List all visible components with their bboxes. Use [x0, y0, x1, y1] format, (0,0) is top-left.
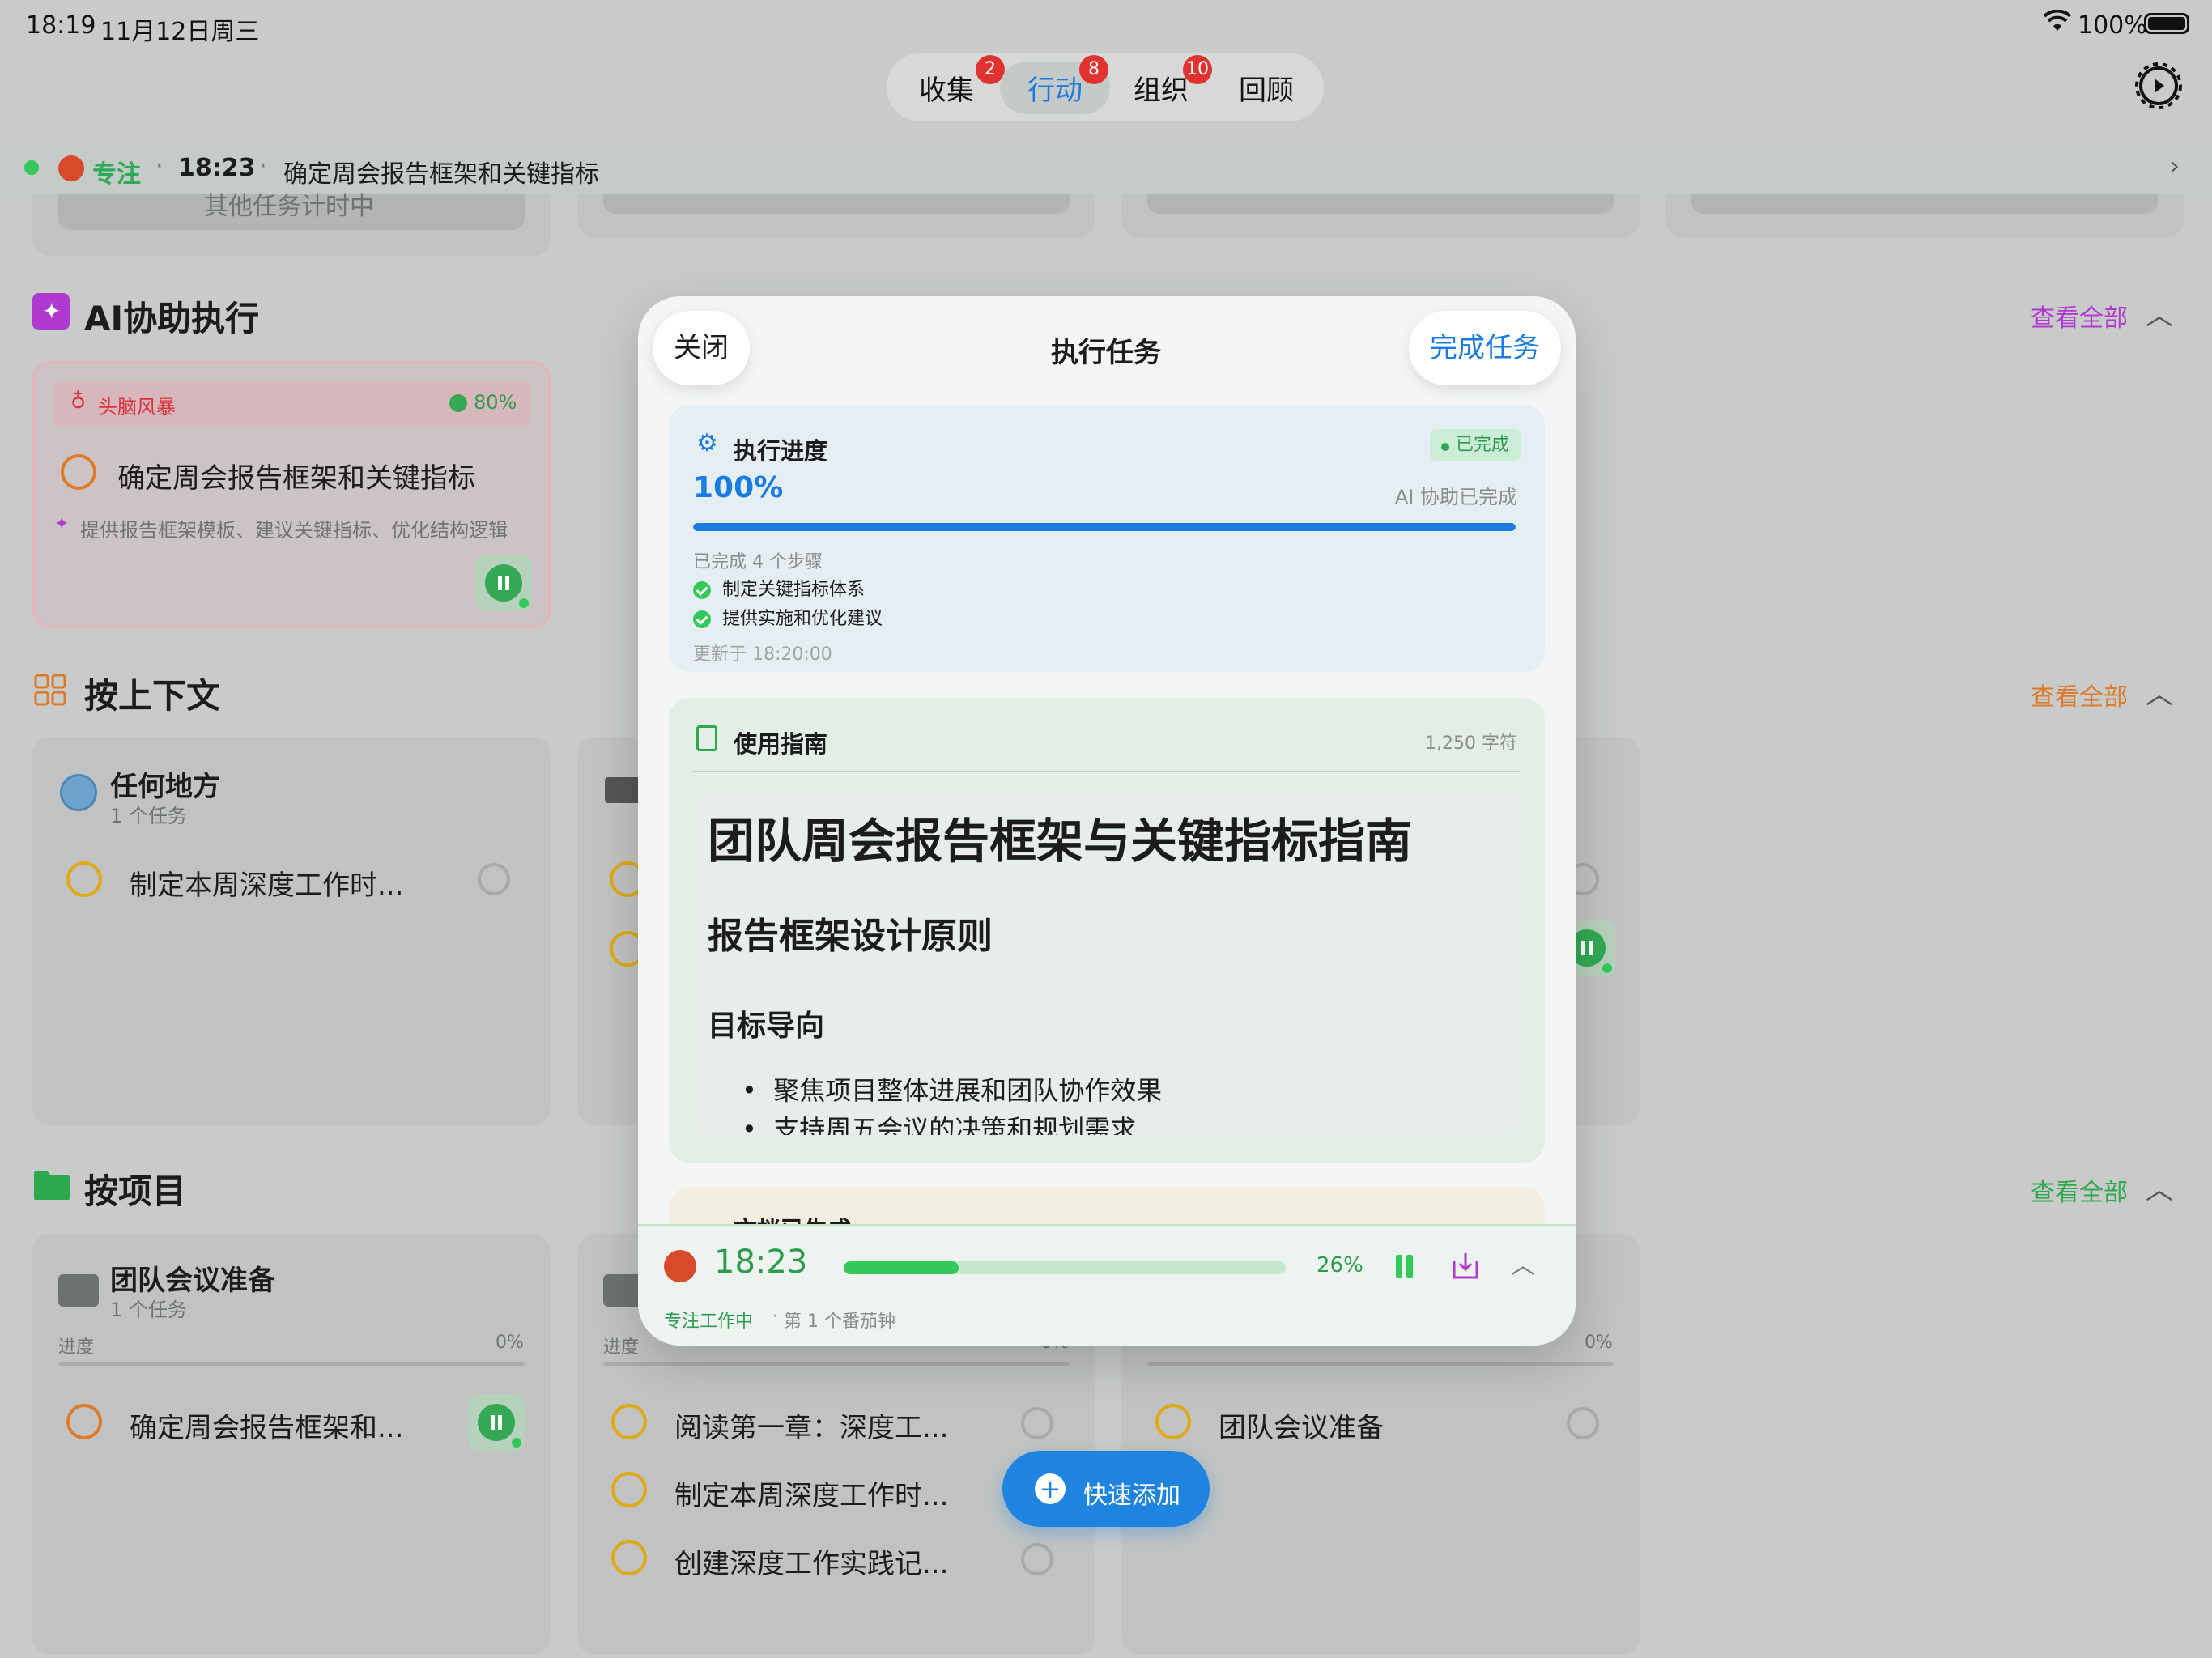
timer-time: 18:23: [714, 1244, 808, 1281]
globe-icon: [60, 774, 97, 811]
top-card-1: 其他任务计时中: [32, 193, 551, 256]
doc-bullet: • 支持周五会议的决策和规划需求: [742, 1114, 1137, 1135]
grid-icon: [34, 674, 66, 706]
focus-timer-bar: 18:23 26% ︿ 专注工作中 · 第 1 个番茄钟: [638, 1224, 1576, 1346]
pause-icon[interactable]: [1396, 1255, 1414, 1278]
tab-collect[interactable]: 收集: [919, 68, 974, 108]
folder-icon: [58, 1274, 99, 1307]
ai-see-all-link[interactable]: 查看全部: [2031, 298, 2128, 334]
top-card-3: [1121, 194, 1640, 238]
task-checkbox[interactable]: [61, 454, 96, 490]
tomato-icon: [664, 1250, 696, 1282]
focus-task: 确定周会报告框架和关键指标: [283, 160, 599, 189]
context-card-anywhere[interactable]: 任何地方 1 个任务 制定本周深度工作时...: [32, 737, 551, 1125]
task-checkbox[interactable]: [1155, 1404, 1191, 1439]
gears-icon: ⚙: [696, 429, 718, 457]
tab-organize[interactable]: 组织: [1134, 68, 1189, 108]
laptop-icon: [605, 777, 642, 803]
focus-live-dot: [24, 160, 39, 175]
step-item: 提供实施和优化建议: [693, 604, 883, 630]
focus-label: 专注: [92, 160, 141, 189]
battery-icon: [2144, 13, 2189, 34]
timer-icon[interactable]: [1567, 1407, 1599, 1439]
other-task-timing-button[interactable]: 其他任务计时中: [58, 193, 525, 230]
focus-time: 18:23: [178, 154, 256, 182]
quick-add-button[interactable]: + 快速添加: [1002, 1451, 1210, 1527]
execution-progress-bar: [693, 523, 1516, 531]
usage-guide-panel: 使用指南 1,250 字符 团队周会报告框架与关键指标指南 报告框架设计原则 目…: [669, 698, 1545, 1163]
timer-icon[interactable]: [1021, 1543, 1053, 1575]
check-icon: [693, 610, 711, 628]
ai-task-card[interactable]: ♁ 头脑风暴 80% 确定周会报告框架和关键指标 ✦ 提供报告框架模板、建议关键…: [32, 361, 551, 628]
battery-percent: 100%: [2078, 11, 2147, 40]
folder-icon: [32, 1169, 71, 1201]
project-card-team-meeting[interactable]: 团队会议准备 1 个任务 进度 0% 确定周会报告框架和...: [32, 1234, 551, 1655]
doc-heading-3: 目标导向: [708, 1010, 825, 1043]
check-circle-icon: [449, 394, 467, 412]
timer-percent: 26%: [1317, 1253, 1363, 1278]
status-date: 11月12日周三: [100, 18, 260, 46]
top-card-4: [1665, 194, 2184, 238]
chevron-right-icon: ›: [2170, 152, 2180, 181]
task-checkbox[interactable]: [611, 1404, 647, 1439]
timer-icon[interactable]: [478, 863, 510, 895]
task-checkbox[interactable]: [611, 1472, 647, 1507]
task-checkbox[interactable]: [66, 861, 102, 897]
document-icon: [696, 725, 717, 751]
wifi-icon: [2043, 9, 2072, 39]
project-section-title: 按项目: [84, 1171, 187, 1211]
tab-action-badge: 8: [1079, 55, 1108, 84]
ai-sparkle-icon: ✦: [32, 293, 70, 330]
execution-progress-panel: ⚙ 执行进度 已完成 100% AI 协助已完成 已完成 4 个步骤 制定关键指…: [669, 405, 1545, 672]
save-download-icon[interactable]: [1451, 1250, 1480, 1281]
progress-percent: 100%: [693, 471, 784, 504]
main-tab-bar: 收集 2 行动 8 组织 10 回顾: [887, 53, 1324, 121]
context-section-title: 按上下文: [84, 676, 221, 716]
bulb-icon: ♁: [70, 389, 87, 414]
step-item: 制定关键指标体系: [693, 575, 865, 601]
modal-title: 执行任务: [1051, 337, 1161, 369]
top-card-2: [577, 194, 1095, 238]
tab-review[interactable]: 回顾: [1239, 68, 1294, 108]
doc-bullet: • 聚焦项目整体进展和团队协作效果: [742, 1075, 1163, 1106]
ai-section-title: AI协助执行: [84, 299, 260, 338]
pause-button[interactable]: [468, 1394, 525, 1451]
completed-badge: 已完成: [1430, 429, 1521, 461]
brainstorm-tag: ♁ 头脑风暴 80%: [53, 381, 530, 427]
sparkle-icon: ✦: [54, 514, 70, 534]
task-checkbox[interactable]: [66, 1404, 102, 1439]
tomato-icon: [58, 155, 84, 181]
execute-task-modal: 关闭 执行任务 完成任务 ⚙ 执行进度 已完成 100% AI 协助已完成 已完…: [638, 296, 1576, 1346]
plus-icon: +: [1035, 1473, 1066, 1504]
doc-heading-2: 报告框架设计原则: [708, 916, 993, 957]
doc-heading-1: 团队周会报告框架与关键指标指南: [708, 814, 1413, 869]
context-see-all-link[interactable]: 查看全部: [2031, 677, 2128, 712]
chevron-up-icon[interactable]: ︿: [2146, 1167, 2173, 1207]
check-icon: [693, 581, 711, 599]
guide-document[interactable]: 团队周会报告框架与关键指标指南 报告框架设计原则 目标导向 • 聚焦项目整体进展…: [693, 787, 1521, 1135]
chevron-up-icon[interactable]: ︿: [2146, 672, 2173, 712]
chevron-up-icon[interactable]: ︿: [1511, 1245, 1535, 1281]
timer-progress-bar: [844, 1261, 1286, 1274]
task-checkbox[interactable]: [611, 1540, 647, 1575]
chevron-up-icon[interactable]: ︿: [2146, 293, 2173, 333]
pause-button[interactable]: [475, 555, 532, 611]
timer-icon[interactable]: [1021, 1407, 1053, 1439]
settings-gear-icon[interactable]: [2134, 62, 2183, 110]
project-see-all-link[interactable]: 查看全部: [2031, 1172, 2128, 1208]
tab-organize-badge: 10: [1183, 55, 1212, 84]
project-progress-bar: [58, 1362, 525, 1366]
status-bar: 18:19 11月12日周三 100%: [0, 0, 2212, 49]
close-button[interactable]: 关闭: [653, 311, 750, 385]
complete-task-button[interactable]: 完成任务: [1409, 311, 1561, 385]
status-time: 18:19: [26, 11, 96, 40]
